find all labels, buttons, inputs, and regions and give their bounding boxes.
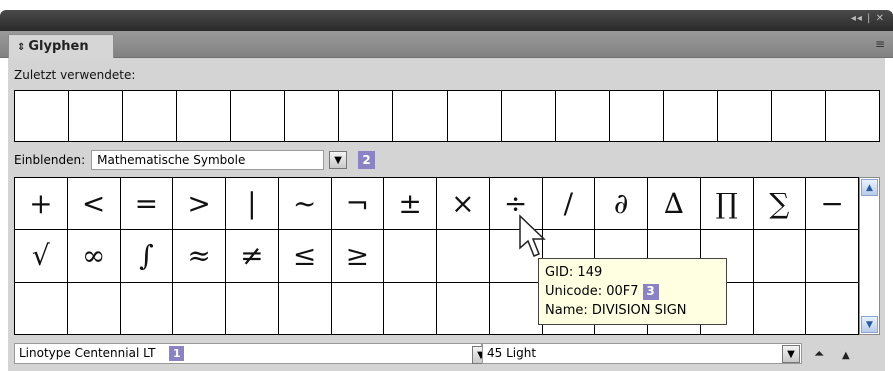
tab-arrows-icon: ⇕: [17, 42, 26, 53]
glyph-cell[interactable]: [278, 282, 332, 335]
recent-glyph-cell[interactable]: [339, 91, 394, 142]
glyph-cell[interactable]: [437, 230, 490, 283]
glyph-set-value: Mathematische Symbole: [97, 153, 246, 167]
callout-badge-1: 1: [169, 346, 185, 361]
tab-glyphen[interactable]: ⇕ Glyphen: [8, 34, 114, 59]
recent-glyph-cell[interactable]: [771, 91, 826, 142]
glyph-cell[interactable]: |: [226, 178, 279, 231]
glyph-cell[interactable]: ∞: [67, 230, 121, 283]
font-bar: Linotype Centennial LT 1 ▼ 45 Light ▼ ⏶ …: [8, 339, 885, 367]
recent-glyph-cell[interactable]: [447, 91, 502, 142]
mouse-cursor-icon: [519, 214, 546, 257]
show-row: Einblenden: Mathematische Symbole ▼ 2: [14, 149, 376, 171]
panel-menu-icon[interactable]: ≡: [875, 37, 885, 51]
glyph-cell[interactable]: =: [120, 178, 174, 231]
zoom-in-icon[interactable]: ▲: [842, 350, 850, 361]
recent-glyph-cell[interactable]: [555, 91, 610, 142]
glyph-cell[interactable]: ≠: [226, 230, 279, 283]
tooltip-gid: GID: 149: [545, 265, 603, 280]
recent-glyph-cell[interactable]: [15, 91, 70, 142]
glyph-cell[interactable]: ∏: [700, 178, 754, 231]
recent-glyph-cell[interactable]: [825, 91, 880, 142]
glyph-cell[interactable]: √: [15, 230, 68, 283]
glyph-cell[interactable]: +: [15, 178, 68, 231]
tooltip-name: Name: DIVISION SIGN: [545, 303, 687, 318]
callout-badge-3: 3: [642, 283, 659, 300]
glyph-cell[interactable]: [226, 282, 279, 335]
glyph-cell[interactable]: ×: [437, 178, 490, 231]
glyph-cell[interactable]: >: [173, 178, 226, 231]
tooltip-unicode-row: Unicode: 00F7 3: [545, 282, 720, 301]
recent-glyph-cell[interactable]: [285, 91, 340, 142]
glyph-cell[interactable]: ∂: [595, 178, 648, 231]
glyph-cell[interactable]: [173, 282, 226, 335]
glyph-cell[interactable]: [806, 230, 859, 283]
recent-glyph-cell[interactable]: [501, 91, 556, 142]
glyph-cell[interactable]: [489, 282, 543, 335]
scroll-up-icon[interactable]: ▲: [861, 179, 878, 196]
recent-glyph-cell[interactable]: [609, 91, 664, 142]
glyph-cell[interactable]: ≥: [331, 230, 385, 283]
glyph-cell[interactable]: [753, 230, 807, 283]
glyph-cell[interactable]: [67, 282, 121, 335]
glyph-cell[interactable]: [15, 282, 68, 335]
glyph-panel-body: Zuletzt verwendete: Einblenden: Mathemat…: [8, 58, 885, 371]
font-style-chevron-down-icon[interactable]: ▼: [782, 345, 800, 363]
font-family-field[interactable]: Linotype Centennial LT 1 ▼: [14, 343, 490, 364]
glyph-tooltip: GID: 149 Unicode: 00F7 3 Name: DIVISION S…: [538, 258, 727, 325]
callout-badge-2: 2: [358, 151, 376, 169]
glyph-cell[interactable]: [806, 282, 859, 335]
chevron-down-icon[interactable]: ▼: [329, 151, 348, 169]
glyph-cell[interactable]: ∆: [648, 178, 701, 231]
panel-tab-strip: ⇕ Glyphen ≡: [0, 31, 893, 59]
recent-glyph-cell[interactable]: [231, 91, 286, 142]
recent-glyph-cell[interactable]: [123, 91, 178, 142]
glyph-cell[interactable]: −: [806, 178, 859, 231]
glyph-cell[interactable]: [384, 230, 437, 283]
window-top-edge: [0, 0, 893, 10]
glyph-cell[interactable]: [384, 282, 437, 335]
glyph-cell[interactable]: [437, 282, 490, 335]
recent-glyph-cell[interactable]: [663, 91, 718, 142]
tab-label: Glyphen: [28, 39, 89, 54]
glyph-grid-scrollbar[interactable]: ▲ ▼: [859, 177, 880, 335]
glyph-cell[interactable]: ≤: [278, 230, 332, 283]
font-style-field[interactable]: 45 Light ▼: [482, 343, 802, 364]
glyph-cell[interactable]: ∫: [120, 230, 174, 283]
glyph-cell[interactable]: [331, 282, 385, 335]
recent-glyph-cell[interactable]: [177, 91, 232, 142]
show-label: Einblenden:: [14, 153, 86, 167]
glyph-grid: + < = > | ~ ¬ ± × ÷ / ∂ ∆ ∏ ∑ − √ ∞ ∫ ≈ ≠ ≤ ≥: [14, 177, 859, 335]
font-family-value: Linotype Centennial LT: [19, 346, 156, 360]
panel-title-bar: ◂◂ | ✕: [0, 10, 893, 31]
recent-glyph-cell[interactable]: [393, 91, 448, 142]
glyph-cell[interactable]: ±: [384, 178, 437, 231]
window-controls[interactable]: ◂◂ | ✕: [851, 13, 885, 24]
zoom-out-icon[interactable]: ⏶: [814, 347, 824, 362]
recent-glyph-cell[interactable]: [717, 91, 772, 142]
recent-label: Zuletzt verwendete:: [14, 68, 136, 82]
glyph-cell[interactable]: [120, 282, 174, 335]
recent-glyphs-grid: [14, 90, 880, 142]
glyph-cell[interactable]: ∑: [753, 178, 807, 231]
glyph-cell[interactable]: ≈: [173, 230, 226, 283]
glyph-cell[interactable]: ~: [278, 178, 332, 231]
tooltip-unicode: Unicode: 00F7: [545, 284, 639, 299]
glyph-cell[interactable]: <: [67, 178, 121, 231]
recent-glyph-cell[interactable]: [69, 91, 124, 142]
glyph-cell[interactable]: [753, 282, 807, 335]
glyph-set-select[interactable]: Mathematische Symbole ▼: [91, 150, 348, 170]
scroll-down-icon[interactable]: ▼: [861, 316, 878, 333]
glyph-cell[interactable]: ¬: [331, 178, 385, 231]
font-style-value: 45 Light: [487, 346, 537, 360]
glyph-cell[interactable]: /: [542, 178, 596, 231]
